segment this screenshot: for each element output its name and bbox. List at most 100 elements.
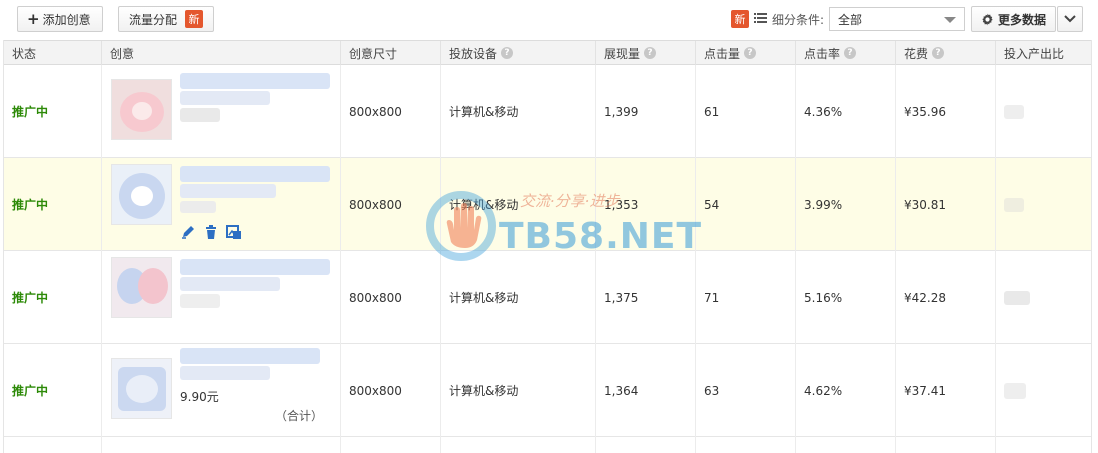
ctr-cell: 3.99% bbox=[796, 158, 896, 251]
impressions-cell: 1,375 bbox=[596, 251, 696, 344]
blurred-roi bbox=[1004, 197, 1024, 212]
new-badge: 新 bbox=[185, 10, 204, 28]
price-text: 9.90元 bbox=[180, 390, 219, 404]
cost-cell: ¥42.28 bbox=[896, 251, 996, 344]
blurred-roi bbox=[1004, 104, 1024, 119]
table-row[interactable]: 推广中 800x800 计算机&移动 1,399 61 4.36% ¥35.96 bbox=[4, 65, 1091, 158]
ctr-cell: 5.16% bbox=[796, 251, 896, 344]
plus-icon: + bbox=[27, 9, 40, 28]
header-status: 状态 bbox=[4, 41, 102, 65]
impressions-cell: 1,399 bbox=[596, 65, 696, 158]
size-cell: 800x800 bbox=[341, 344, 441, 437]
size-cell: 800x800 bbox=[341, 251, 441, 344]
header-cost[interactable]: 花费? bbox=[896, 41, 996, 65]
table-footer bbox=[4, 437, 1091, 453]
table-header: 状态 创意 创意尺寸 投放设备? 展现量? 点击量? 点击率? 花费? 投入产出… bbox=[4, 40, 1091, 65]
header-size: 创意尺寸 bbox=[341, 41, 441, 65]
help-icon[interactable]: ? bbox=[644, 47, 657, 59]
impressions-cell: 1,353 bbox=[596, 158, 696, 251]
table-row[interactable]: 推广中 800x800 计算机&移动 1,353 54 3.99% ¥30.81 bbox=[4, 158, 1091, 251]
ctr-cell: 4.62% bbox=[796, 344, 896, 437]
chevron-down-icon bbox=[944, 17, 956, 23]
blurred-title bbox=[180, 259, 330, 275]
expand-toggle-button[interactable] bbox=[1057, 6, 1083, 32]
total-label: （合计） bbox=[275, 409, 324, 423]
status-text: 推广中 bbox=[4, 65, 102, 158]
roi-cell bbox=[996, 344, 1091, 437]
header-clicks-label: 点击量 bbox=[704, 46, 741, 61]
cost-cell: ¥30.81 bbox=[896, 158, 996, 251]
blurred-price bbox=[180, 294, 220, 308]
more-data-button[interactable]: 更多数据 bbox=[971, 6, 1056, 32]
roi-cell bbox=[996, 251, 1091, 344]
device-cell: 计算机&移动 bbox=[441, 344, 596, 437]
status-text: 推广中 bbox=[4, 251, 102, 344]
row-actions bbox=[180, 224, 242, 240]
add-creative-button[interactable]: + 添加创意 bbox=[17, 6, 103, 32]
traffic-allocation-button[interactable]: 流量分配 新 bbox=[118, 6, 214, 32]
table-row[interactable]: 推广中 800x800 计算机&移动 1,375 71 5.16% ¥42.28 bbox=[4, 251, 1091, 344]
blurred-title bbox=[180, 166, 330, 182]
blurred-roi bbox=[1004, 290, 1030, 305]
device-cell: 计算机&移动 bbox=[441, 65, 596, 158]
header-impressions[interactable]: 展现量? bbox=[596, 41, 696, 65]
help-icon[interactable]: ? bbox=[501, 47, 514, 59]
add-creative-label: 添加创意 bbox=[42, 12, 91, 27]
status-text: 推广中 bbox=[4, 158, 102, 251]
help-icon[interactable]: ? bbox=[932, 47, 945, 59]
clicks-cell: 61 bbox=[696, 65, 796, 158]
creative-thumbnail[interactable] bbox=[111, 164, 172, 225]
toolbar: + 添加创意 流量分配 新 新 细分条件: 全部 更多数据 bbox=[0, 0, 1098, 40]
chevron-down-icon bbox=[1064, 15, 1076, 23]
header-roi[interactable]: 投入产出比 bbox=[996, 41, 1091, 65]
ctr-cell: 4.36% bbox=[796, 65, 896, 158]
gear-icon bbox=[982, 13, 993, 25]
blurred-title bbox=[180, 91, 270, 105]
blurred-title bbox=[180, 348, 320, 364]
clicks-cell: 71 bbox=[696, 251, 796, 344]
blurred-price bbox=[180, 201, 216, 213]
help-icon[interactable]: ? bbox=[744, 47, 757, 59]
help-icon[interactable]: ? bbox=[844, 47, 857, 59]
header-device[interactable]: 投放设备? bbox=[441, 41, 596, 65]
header-cost-label: 花费 bbox=[904, 46, 929, 61]
cost-cell: ¥37.41 bbox=[896, 344, 996, 437]
blurred-price bbox=[180, 108, 220, 122]
header-clicks[interactable]: 点击量? bbox=[696, 41, 796, 65]
device-cell: 计算机&移动 bbox=[441, 158, 596, 251]
creatives-table: 状态 创意 创意尺寸 投放设备? 展现量? 点击量? 点击率? 花费? 投入产出… bbox=[3, 40, 1092, 453]
clicks-cell: 63 bbox=[696, 344, 796, 437]
impressions-cell: 1,364 bbox=[596, 344, 696, 437]
roi-cell bbox=[996, 158, 1091, 251]
header-ctr-label: 点击率 bbox=[804, 46, 841, 61]
replace-image-icon[interactable] bbox=[226, 224, 242, 240]
creative-thumbnail[interactable] bbox=[111, 358, 172, 419]
header-device-label: 投放设备 bbox=[449, 46, 498, 61]
roi-cell bbox=[996, 65, 1091, 158]
header-ctr[interactable]: 点击率? bbox=[796, 41, 896, 65]
header-creative: 创意 bbox=[102, 41, 341, 65]
segment-new-badge: 新 bbox=[731, 10, 749, 28]
edit-icon[interactable] bbox=[180, 224, 196, 240]
list-icon bbox=[754, 13, 767, 23]
segment-select-value: 全部 bbox=[838, 12, 863, 27]
table-row[interactable]: 推广中 9.90元 800x800 计算机&移动 1,364 63 4.62% … bbox=[4, 344, 1091, 437]
blurred-title bbox=[180, 366, 270, 380]
segment-label: 细分条件: bbox=[772, 13, 825, 27]
creative-thumbnail[interactable] bbox=[111, 257, 172, 318]
segment-select[interactable]: 全部 bbox=[829, 7, 965, 31]
more-data-label: 更多数据 bbox=[998, 12, 1047, 27]
cost-cell: ¥35.96 bbox=[896, 65, 996, 158]
traffic-allocation-label: 流量分配 bbox=[129, 12, 178, 27]
header-impressions-label: 展现量 bbox=[604, 46, 641, 61]
size-cell: 800x800 bbox=[341, 65, 441, 158]
size-cell: 800x800 bbox=[341, 158, 441, 251]
blurred-title bbox=[180, 277, 280, 291]
creative-thumbnail[interactable] bbox=[111, 79, 172, 140]
blurred-roi bbox=[1004, 382, 1026, 399]
clicks-cell: 54 bbox=[696, 158, 796, 251]
delete-icon[interactable] bbox=[203, 224, 219, 240]
device-cell: 计算机&移动 bbox=[441, 251, 596, 344]
status-text: 推广中 bbox=[4, 344, 102, 437]
blurred-title bbox=[180, 73, 330, 89]
